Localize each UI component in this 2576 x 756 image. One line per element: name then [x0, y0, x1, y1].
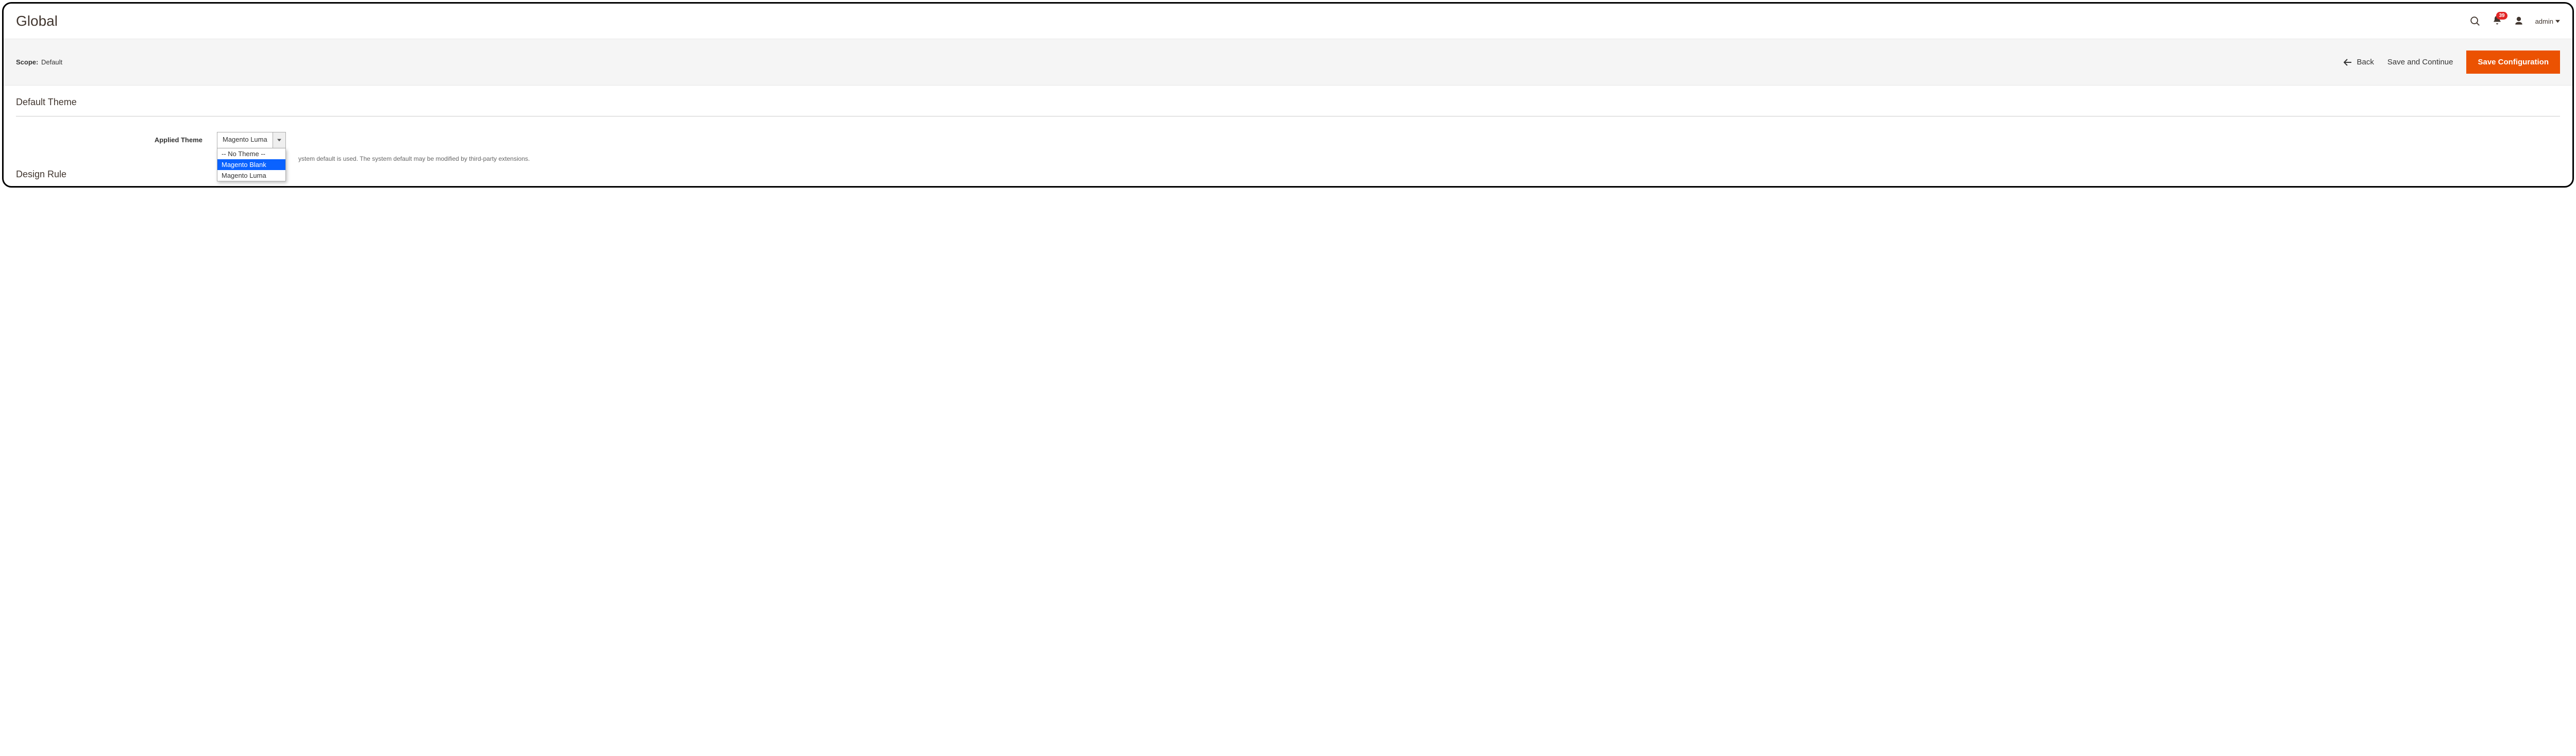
save-configuration-button[interactable]: Save Configuration [2466, 51, 2560, 74]
admin-user-menu[interactable]: admin [2535, 18, 2560, 25]
chevron-down-icon [2555, 19, 2560, 24]
scope-label: Scope: [16, 58, 38, 66]
applied-theme-selected-value: Magento Luma [217, 132, 273, 148]
applied-theme-hint: ystem default is used. The system defaul… [298, 155, 530, 162]
admin-user-label: admin [2535, 18, 2553, 25]
back-button[interactable]: Back [2344, 58, 2374, 66]
applied-theme-option-magento-blank[interactable]: Magento Blank [217, 159, 285, 170]
applied-theme-select-box[interactable]: Magento Luma [217, 132, 286, 148]
search-icon[interactable] [2469, 15, 2481, 27]
section-default-theme: Default Theme Applied Theme Magento Luma… [4, 86, 2572, 169]
back-button-label: Back [2357, 58, 2374, 66]
account-icon[interactable] [2514, 16, 2524, 26]
applied-theme-dropdown-toggle[interactable] [273, 132, 285, 148]
section-design-rule: Design Rule [4, 169, 2572, 184]
action-toolbar: Scope: Default Back Save and Continue Sa… [4, 39, 2572, 86]
chevron-down-icon [277, 138, 281, 142]
toolbar-actions: Back Save and Continue Save Configuratio… [2344, 51, 2560, 74]
applied-theme-label: Applied Theme [16, 132, 217, 144]
section-title-design-rule: Design Rule [16, 169, 2560, 180]
page-header: Global 39 admin [4, 4, 2572, 33]
section-title-default-theme: Default Theme [16, 97, 2560, 116]
save-and-continue-button[interactable]: Save and Continue [2387, 58, 2453, 66]
default-theme-form: Applied Theme Magento Luma -- No Theme -… [16, 116, 2560, 169]
applied-theme-dropdown: -- No Theme -- Magento Blank Magento Lum… [217, 148, 286, 181]
applied-theme-option-magento-luma[interactable]: Magento Luma [217, 170, 285, 181]
applied-theme-select[interactable]: Magento Luma -- No Theme -- Magento Blan… [217, 132, 286, 148]
applied-theme-row: Applied Theme Magento Luma -- No Theme -… [16, 132, 2560, 148]
scope-indicator: Scope: Default [16, 58, 62, 66]
scope-value: Default [41, 58, 62, 66]
applied-theme-option-no-theme[interactable]: -- No Theme -- [217, 148, 285, 159]
notification-badge: 39 [2496, 12, 2507, 20]
page-title: Global [16, 13, 58, 29]
notifications-button[interactable]: 39 [2492, 15, 2502, 28]
header-actions: 39 admin [2469, 15, 2560, 28]
arrow-left-icon [2344, 59, 2352, 66]
